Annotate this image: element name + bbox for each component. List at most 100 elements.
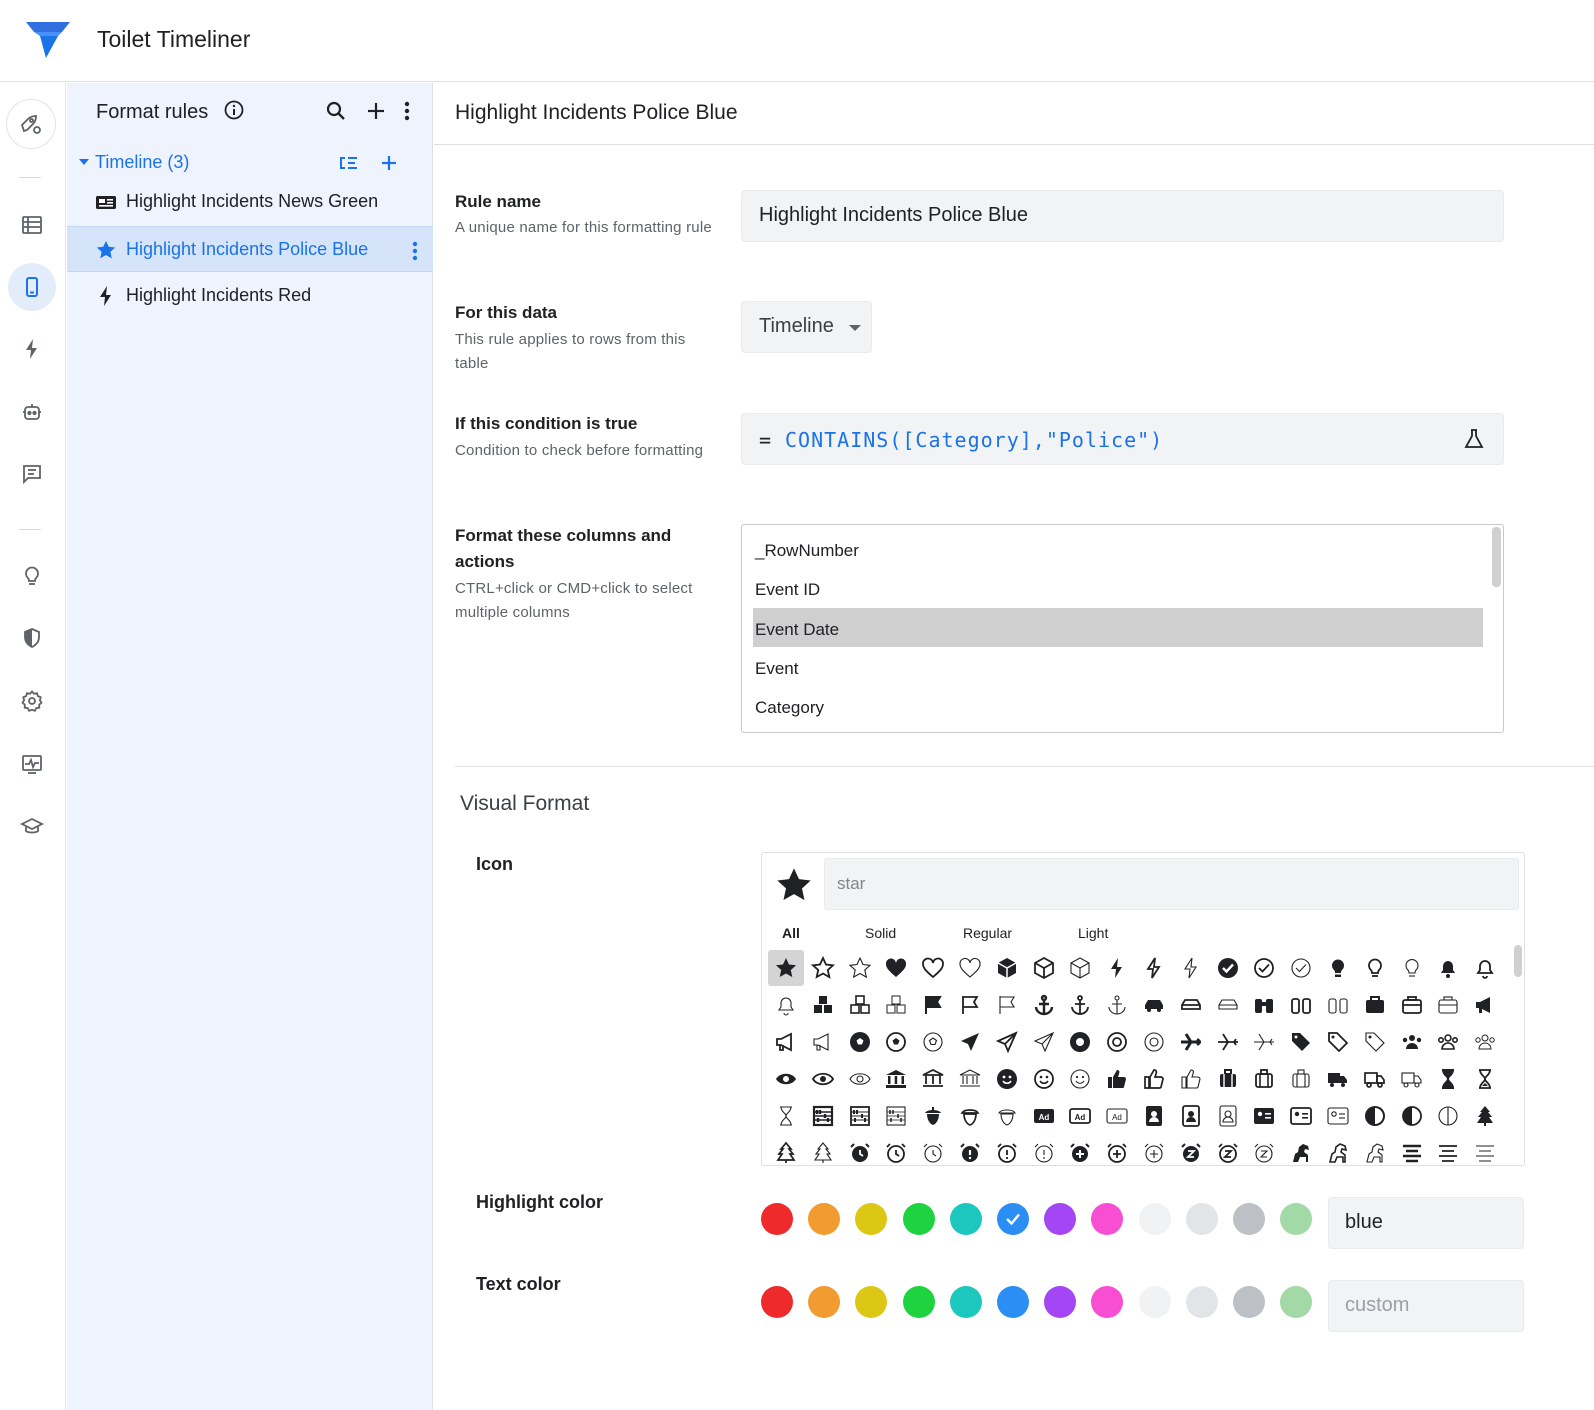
bell-icon[interactable] <box>1430 950 1466 986</box>
tab-all[interactable]: All <box>782 925 800 941</box>
ad-icon[interactable]: Ad <box>1062 1098 1098 1134</box>
icon-grid-scrollbar[interactable] <box>1514 945 1522 977</box>
tab-light[interactable]: Light <box>1078 925 1108 941</box>
bulb-icon[interactable] <box>1394 950 1430 986</box>
heart-icon[interactable] <box>915 950 951 986</box>
rocket-gear-icon[interactable] <box>6 99 56 149</box>
brief-icon[interactable] <box>1357 987 1393 1023</box>
smile-icon[interactable] <box>1062 1061 1098 1097</box>
check-icon[interactable] <box>1246 950 1282 986</box>
add-rule-icon[interactable] <box>377 151 401 175</box>
text-color-swatch[interactable] <box>1233 1286 1265 1318</box>
bolt-icon[interactable] <box>1173 950 1209 986</box>
alarmz-icon[interactable] <box>1210 1135 1246 1165</box>
highlight-color-swatch[interactable] <box>1138 1203 1171 1235</box>
reorder-icon[interactable] <box>337 151 361 175</box>
bell-icon[interactable] <box>768 987 804 1023</box>
eye-icon[interactable] <box>842 1061 878 1097</box>
bank-icon[interactable] <box>878 1061 914 1097</box>
check-icon[interactable] <box>1283 950 1319 986</box>
ring-icon[interactable] <box>1099 1024 1135 1060</box>
alarm-icon[interactable] <box>842 1135 878 1165</box>
ad-icon[interactable]: Ad <box>1026 1098 1062 1134</box>
smile-icon[interactable] <box>1026 1061 1062 1097</box>
search-icon[interactable] <box>324 99 348 123</box>
highlight-color-input[interactable]: blue <box>1328 1197 1524 1249</box>
align-icon[interactable] <box>1394 1135 1430 1165</box>
graduation-cap-icon[interactable] <box>8 803 56 851</box>
tab-solid[interactable]: Solid <box>865 925 896 941</box>
ring-icon[interactable] <box>1136 1024 1172 1060</box>
text-color-swatch[interactable] <box>997 1286 1029 1318</box>
bulb-icon[interactable] <box>1320 950 1356 986</box>
flask-icon[interactable] <box>1462 427 1486 451</box>
bolt-icon[interactable] <box>1136 950 1172 986</box>
text-color-swatch[interactable] <box>902 1286 935 1318</box>
tree-item-police-blue[interactable]: Highlight Incidents Police Blue <box>67 226 433 272</box>
brief-icon[interactable] <box>1430 987 1466 1023</box>
ring-icon[interactable] <box>1062 1024 1098 1060</box>
truck-icon[interactable] <box>1357 1061 1393 1097</box>
tree-item-red[interactable]: Highlight Incidents Red <box>67 273 433 319</box>
icon-search-field[interactable] <box>825 859 1518 909</box>
abacus-icon[interactable] <box>805 1098 841 1134</box>
binoc-icon[interactable] <box>1283 987 1319 1023</box>
list-item[interactable]: Event ID <box>753 568 1483 607</box>
half-icon[interactable] <box>1394 1098 1430 1134</box>
lugg-icon[interactable] <box>1210 1061 1246 1097</box>
thumb-icon[interactable] <box>1099 1061 1135 1097</box>
car-icon[interactable] <box>1136 987 1172 1023</box>
smile-icon[interactable] <box>989 1061 1025 1097</box>
mega-icon[interactable] <box>768 1024 804 1060</box>
anchor-icon[interactable] <box>1062 987 1098 1023</box>
list-item[interactable]: _RowNumber <box>753 529 1483 568</box>
tag-icon[interactable] <box>1283 1024 1319 1060</box>
mobile-icon[interactable] <box>8 263 56 311</box>
text-color-swatch[interactable] <box>1091 1286 1124 1318</box>
text-color-swatch[interactable] <box>1280 1286 1313 1318</box>
lightbulb-icon[interactable] <box>8 552 56 600</box>
tab-regular[interactable]: Regular <box>963 925 1012 941</box>
check-icon[interactable] <box>1210 950 1246 986</box>
text-color-swatch[interactable] <box>949 1286 982 1318</box>
cubes-icon[interactable] <box>878 987 914 1023</box>
eye-icon[interactable] <box>805 1061 841 1097</box>
ball-icon[interactable] <box>878 1024 914 1060</box>
tree-item-news-green[interactable]: Highlight Incidents News Green <box>67 179 433 225</box>
binoc-icon[interactable] <box>1320 987 1356 1023</box>
more-vert-icon[interactable] <box>395 99 419 123</box>
anchor-icon[interactable] <box>1026 987 1062 1023</box>
lugg-icon[interactable] <box>1246 1061 1282 1097</box>
eye-icon[interactable] <box>768 1061 804 1097</box>
text-color-input[interactable]: custom <box>1328 1280 1524 1332</box>
bulb-icon[interactable] <box>1357 950 1393 986</box>
ball-icon[interactable] <box>842 1024 878 1060</box>
mega-icon[interactable] <box>805 1024 841 1060</box>
thumb-icon[interactable] <box>1173 1061 1209 1097</box>
cube-icon[interactable] <box>989 950 1025 986</box>
abacus-icon[interactable] <box>842 1098 878 1134</box>
listbox-scrollbar[interactable] <box>1492 527 1501 587</box>
card-icon[interactable] <box>1283 1098 1319 1134</box>
bell-icon[interactable] <box>1467 950 1503 986</box>
horse-icon[interactable] <box>1283 1135 1319 1165</box>
bolt-icon[interactable] <box>8 325 56 373</box>
highlight-color-swatch[interactable] <box>1044 1203 1077 1235</box>
bolt-icon[interactable] <box>1099 950 1135 986</box>
highlight-color-swatch[interactable] <box>902 1203 935 1235</box>
tag-icon[interactable] <box>1357 1024 1393 1060</box>
acorn-icon[interactable] <box>952 1098 988 1134</box>
highlight-color-swatch[interactable] <box>1185 1203 1218 1235</box>
mega-icon[interactable] <box>1467 987 1503 1023</box>
horse-icon[interactable] <box>1357 1135 1393 1165</box>
highlight-color-swatch[interactable] <box>855 1203 888 1235</box>
plane-icon[interactable] <box>1026 1024 1062 1060</box>
alarmz-icon[interactable] <box>1246 1135 1282 1165</box>
settings-icon[interactable] <box>8 677 56 725</box>
add-icon[interactable] <box>364 99 388 123</box>
text-color-swatch[interactable] <box>1185 1286 1218 1318</box>
rule-name-input[interactable]: Highlight Incidents Police Blue <box>741 190 1504 242</box>
lugg-icon[interactable] <box>1283 1061 1319 1097</box>
text-color-swatch[interactable] <box>808 1286 841 1318</box>
alarmz-icon[interactable] <box>1173 1135 1209 1165</box>
